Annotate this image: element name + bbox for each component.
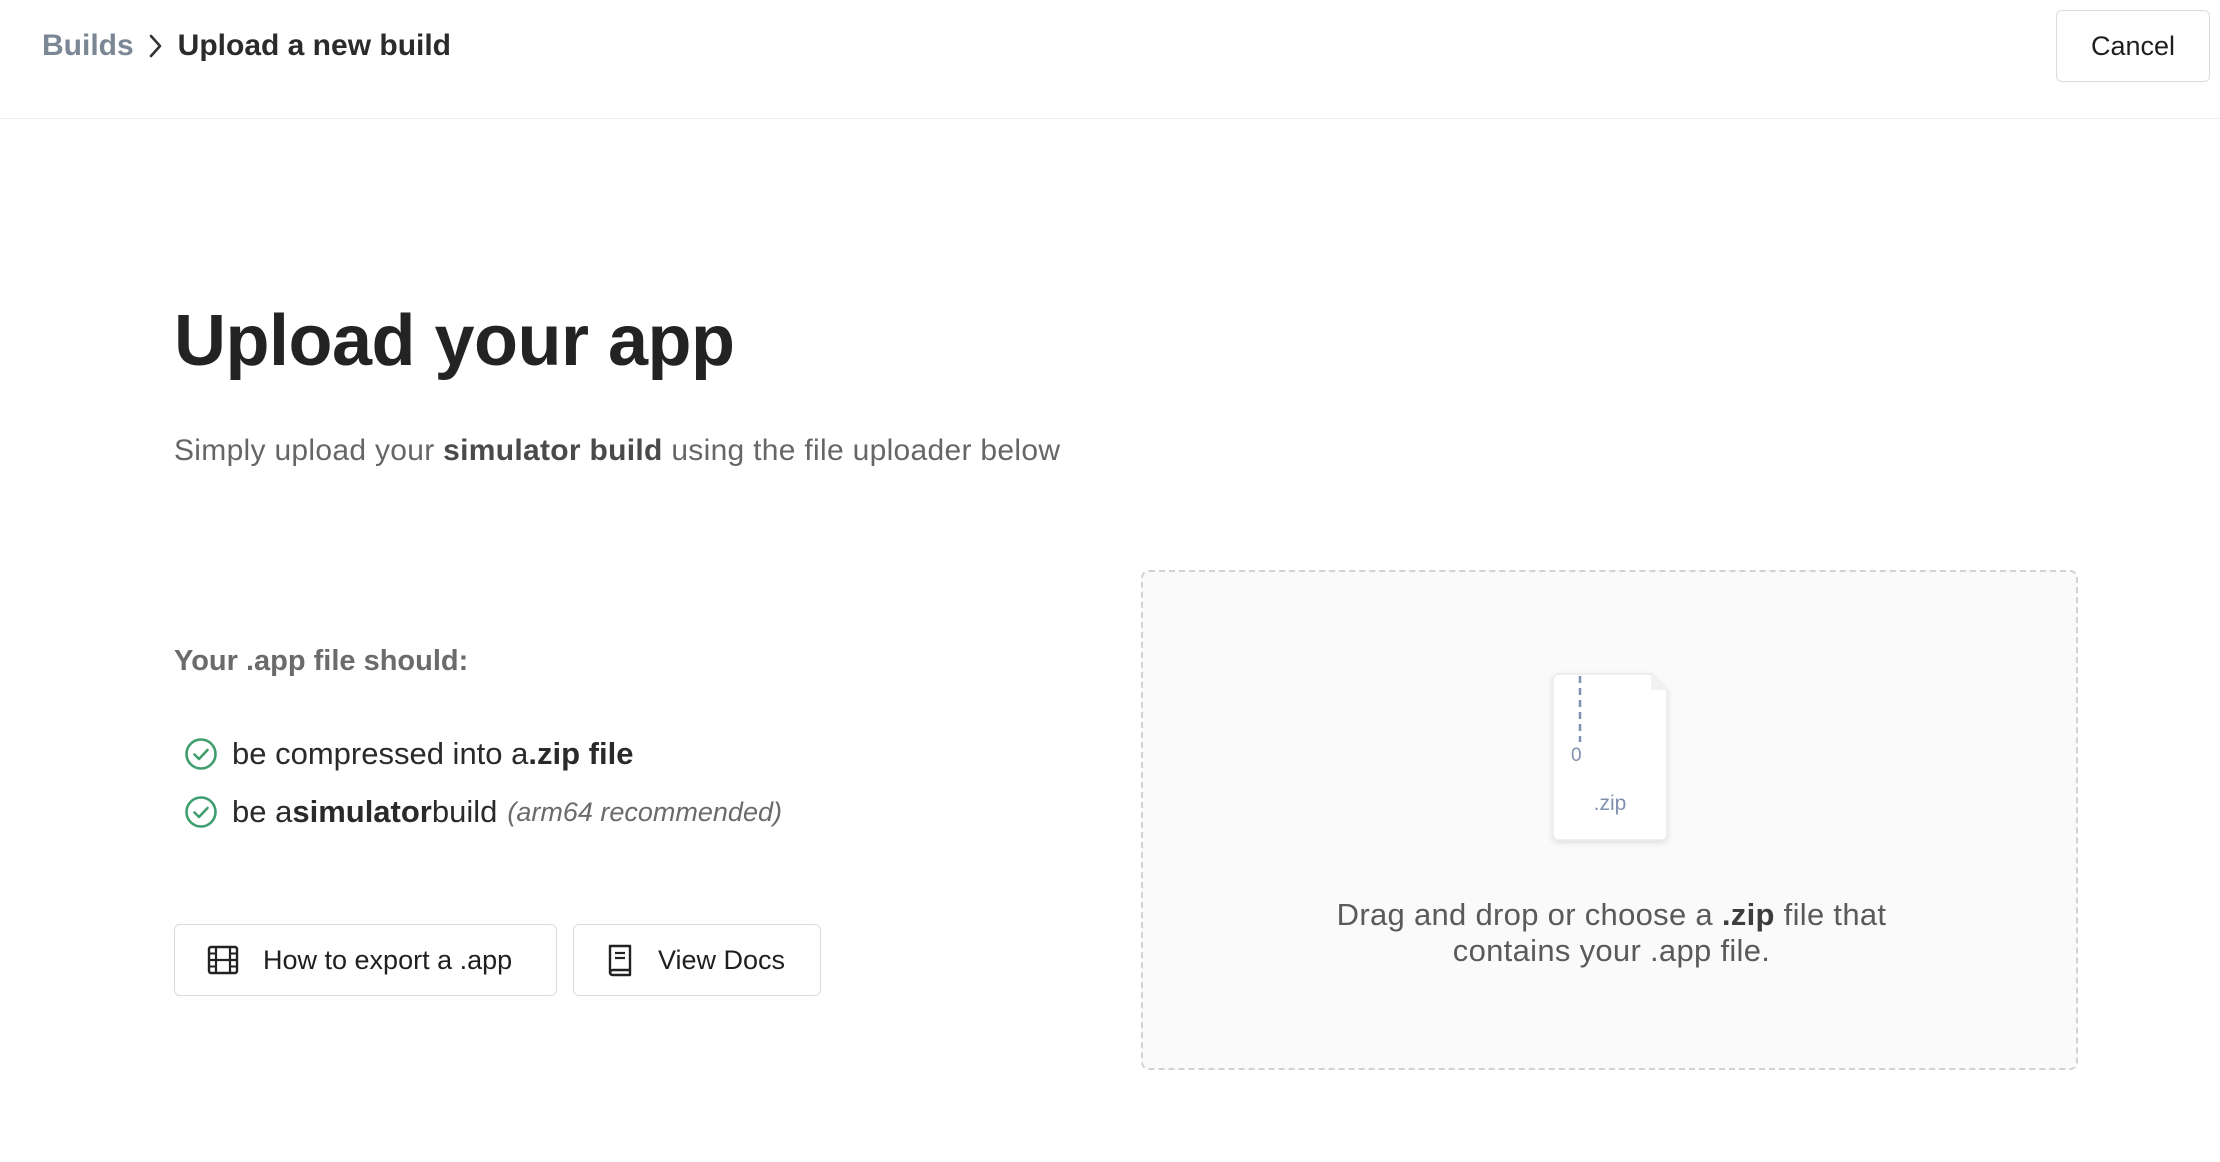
dropzone-text: Drag and drop or choose a — [1336, 897, 1722, 932]
book-icon — [606, 943, 634, 977]
view-docs-button[interactable]: View Docs — [573, 924, 821, 996]
requirement-item: be a simulator build (arm64 recommended) — [184, 783, 782, 841]
subtitle-text: Simply upload your — [174, 434, 444, 467]
requirement-note: (arm64 recommended) — [507, 796, 782, 827]
requirements-heading: Your .app file should: — [174, 645, 469, 677]
requirement-item: be compressed into a .zip file — [184, 725, 782, 783]
requirement-emphasis: simulator — [292, 794, 432, 829]
cancel-button[interactable]: Cancel — [2056, 10, 2210, 82]
view-docs-label: View Docs — [658, 944, 786, 975]
requirement-text-end: build — [431, 794, 498, 829]
requirement-text: be a — [232, 794, 293, 829]
chevron-right-icon — [148, 33, 164, 59]
page-subtitle: Simply upload your simulator build using… — [174, 434, 1060, 468]
breadcrumb-current: Upload a new build — [177, 29, 452, 62]
film-icon — [207, 945, 239, 975]
file-counter: 0 — [1571, 745, 1582, 766]
requirement-emphasis: .zip file — [528, 736, 634, 771]
file-type-label: .zip — [1593, 792, 1627, 815]
breadcrumb-builds-link[interactable]: Builds — [42, 29, 134, 63]
file-icon: 0 .zip — [1551, 672, 1669, 842]
breadcrumb: Builds Upload a new build — [42, 26, 451, 66]
check-circle-icon — [184, 737, 218, 771]
dropzone-text-emphasis: .zip — [1721, 897, 1775, 932]
top-bar: Builds Upload a new build Cancel — [0, 0, 2220, 119]
check-circle-icon — [184, 795, 218, 829]
requirements-list: be compressed into a .zip file be a simu… — [184, 725, 782, 841]
how-to-export-button[interactable]: How to export a .app — [174, 924, 557, 996]
subtitle-text-end: using the file uploader below — [662, 434, 1061, 467]
dropzone-text-line2: contains your .app file. — [1452, 933, 1771, 968]
subtitle-emphasis: simulator build — [443, 434, 663, 467]
dropzone-instructions: Drag and drop or choose a .zip file that… — [1143, 897, 2080, 969]
file-dropzone[interactable]: 0 .zip Drag and drop or choose a .zip fi… — [1141, 570, 2078, 1070]
requirement-text: be compressed into a — [232, 736, 529, 771]
how-to-export-label: How to export a .app — [263, 944, 513, 975]
dropzone-text-mid: file that — [1774, 897, 1887, 932]
page-title: Upload your app — [174, 301, 735, 381]
